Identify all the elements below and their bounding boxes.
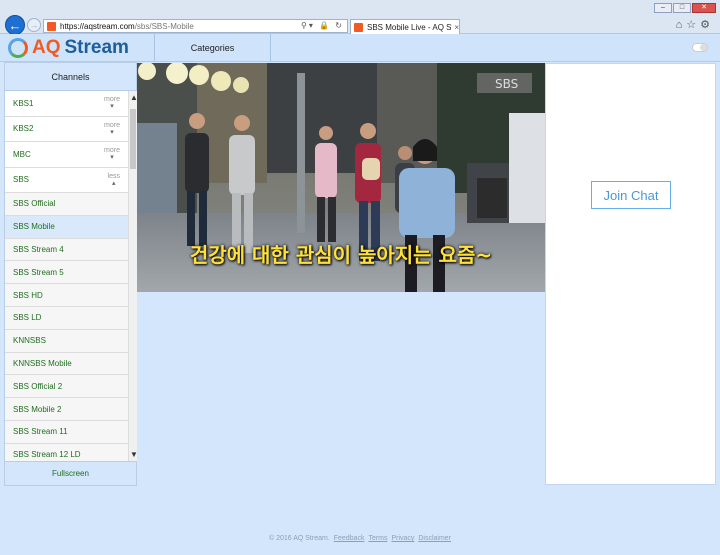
- scroll-down-arrow-icon[interactable]: ▼: [130, 450, 138, 459]
- tab-favicon-icon: [354, 22, 363, 32]
- logo-swirl-icon: [8, 38, 28, 58]
- channel-list-scrollbar[interactable]: ▲ ▼: [128, 91, 138, 461]
- toggle-label: more: [104, 147, 120, 154]
- home-icon[interactable]: ⌂: [676, 19, 687, 31]
- channel-item[interactable]: SBS HD: [5, 284, 128, 307]
- channel-item[interactable]: SBS Stream 4: [5, 238, 128, 262]
- channel-item[interactable]: KNNSBS: [5, 329, 128, 353]
- channel-group-kbs2[interactable]: KBS2 more ▾: [5, 117, 128, 142]
- site-logo[interactable]: AQ Stream: [8, 37, 129, 59]
- building-sign: SBS: [495, 77, 518, 91]
- join-chat-button[interactable]: Join Chat: [591, 181, 671, 209]
- channel-group-label: SBS: [13, 175, 30, 185]
- video-player[interactable]: SBS 건강에 대한 관심이 높아지는 요즘~: [137, 63, 545, 292]
- tab-title: SBS Mobile Live - AQ Stre...: [367, 22, 452, 32]
- browser-tool-icons: ⌂☆⚙: [676, 18, 714, 31]
- chevron-down-icon: ▾: [110, 154, 114, 161]
- channel-item[interactable]: SBS Stream 12 LD: [5, 443, 128, 461]
- toggle-label: more: [104, 96, 120, 103]
- channel-item[interactable]: SBS Official 2: [5, 375, 128, 399]
- channel-item-label: SBS Stream 11: [13, 427, 68, 437]
- video-subtitle: 건강에 대한 관심이 높아지는 요즘~: [189, 243, 493, 267]
- footer-copyright: © 2016 AQ Stream.: [268, 535, 330, 542]
- channel-list: KBS1 more ▾ KBS2 more ▾ MBC more ▾ SBS less…: [5, 91, 128, 461]
- expand-toggle[interactable]: more ▾: [104, 122, 120, 136]
- maximize-icon[interactable]: □: [673, 3, 691, 13]
- channel-item-label: SBS Official: [13, 199, 56, 209]
- sbs-stream-list: SBS Official SBS Mobile SBS Stream 4 SBS St…: [5, 193, 128, 461]
- channel-item[interactable]: SBS Stream 11: [5, 420, 128, 444]
- channel-item[interactable]: SBS Official: [5, 193, 128, 216]
- channel-group-label: MBC: [13, 149, 31, 159]
- channel-item[interactable]: SBS Mobile: [5, 215, 128, 239]
- footer-link-terms[interactable]: Terms: [368, 535, 387, 542]
- window-close-icon[interactable]: ✕: [692, 3, 716, 13]
- expand-toggle[interactable]: more ▾: [104, 96, 120, 110]
- url-path: /sbs/SBS-Mobile: [134, 21, 194, 31]
- channel-item-label: SBS Mobile: [13, 222, 55, 232]
- site-header: AQ Stream Categories: [0, 34, 720, 62]
- footer-link-disclaimer[interactable]: Disclaimer: [418, 535, 451, 542]
- channel-item[interactable]: SBS Mobile 2: [5, 398, 128, 421]
- scrollbar-thumb[interactable]: [130, 109, 136, 169]
- favorites-star-icon[interactable]: ☆: [686, 19, 700, 31]
- channel-item-label: SBS HD: [13, 290, 43, 300]
- channel-item[interactable]: SBS Stream 5: [5, 261, 128, 285]
- channel-item[interactable]: KNNSBS Mobile: [5, 352, 128, 376]
- footer-link-privacy[interactable]: Privacy: [391, 535, 414, 542]
- page-footer: © 2016 AQ Stream. Feedback Terms Privacy…: [0, 535, 720, 542]
- channel-item-label: SBS Stream 4: [13, 244, 64, 254]
- channel-item-label: SBS Mobile 2: [13, 404, 62, 414]
- collapse-toggle[interactable]: less ▴: [108, 173, 120, 187]
- channel-item-label: SBS LD: [13, 313, 42, 323]
- channels-sidebar: Channels KBS1 more ▾ KBS2 more ▾ MBC more ▾…: [4, 62, 138, 486]
- expand-toggle[interactable]: more ▾: [104, 147, 120, 161]
- channel-group-label: KBS1: [13, 98, 34, 108]
- browser-tab[interactable]: SBS Mobile Live - AQ Stre... ×: [350, 19, 460, 34]
- window-controls: – □ ✕: [654, 3, 716, 13]
- tab-close-icon[interactable]: ×: [454, 23, 459, 32]
- fullscreen-button[interactable]: Fullscreen: [5, 461, 136, 485]
- back-arrow-icon[interactable]: ←: [5, 15, 25, 35]
- footer-link-feedback[interactable]: Feedback: [334, 535, 365, 542]
- channel-item[interactable]: SBS LD: [5, 306, 128, 330]
- logo-aq-text: AQ: [32, 37, 61, 58]
- channels-heading: Channels: [5, 63, 136, 91]
- chevron-down-icon: ▾: [110, 103, 114, 110]
- channel-item-label: KNNSBS Mobile: [13, 358, 72, 368]
- channel-item-label: KNNSBS: [13, 336, 46, 346]
- url-host: https://aqstream.com: [60, 21, 135, 31]
- channel-group-label: KBS2: [13, 124, 34, 134]
- chevron-up-icon: ▴: [112, 179, 116, 187]
- site-favicon-icon: [47, 21, 56, 31]
- logo-stream-text: Stream: [64, 37, 129, 58]
- channel-group-mbc[interactable]: MBC more ▾: [5, 142, 128, 168]
- theme-toggle[interactable]: [692, 43, 708, 52]
- channel-item-label: SBS Stream 12 LD: [13, 450, 81, 460]
- channel-item-label: SBS Official 2: [13, 381, 63, 391]
- browser-chrome: ← → https://aqstream.com /sbs/SBS-Mobile…: [0, 0, 720, 35]
- settings-gear-icon[interactable]: ⚙: [700, 19, 714, 31]
- categories-menu-button[interactable]: Categories: [154, 34, 271, 61]
- channel-group-kbs1[interactable]: KBS1 more ▾: [5, 91, 128, 117]
- channel-group-sbs[interactable]: SBS less ▴: [5, 168, 128, 193]
- toggle-label: less: [107, 172, 120, 180]
- chevron-down-icon: ▾: [110, 128, 114, 136]
- chat-panel: Join Chat: [545, 63, 716, 485]
- channel-item-label: SBS Stream 5: [13, 267, 64, 277]
- minimize-icon[interactable]: –: [654, 3, 672, 13]
- address-bar-icons[interactable]: ⚲▾ 🔒 ↻: [301, 21, 344, 30]
- forward-arrow-icon[interactable]: →: [27, 18, 41, 32]
- toggle-label: more: [104, 121, 120, 129]
- address-bar[interactable]: https://aqstream.com /sbs/SBS-Mobile ⚲▾ …: [43, 19, 348, 33]
